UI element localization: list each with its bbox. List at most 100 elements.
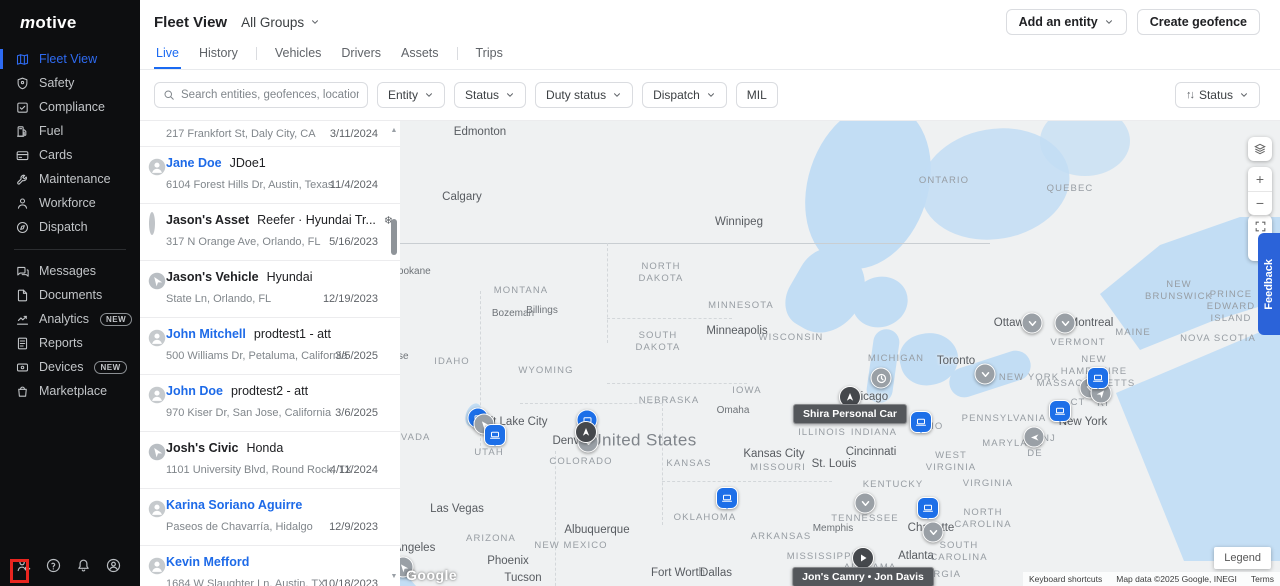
account-icon[interactable] — [105, 557, 122, 574]
scrollbar-thumb[interactable] — [391, 219, 397, 255]
map-marker-gray-circle[interactable] — [871, 368, 892, 389]
map-marker-gray-circle[interactable] — [1024, 427, 1045, 448]
sidebar-item-marketplace[interactable]: Marketplace — [0, 379, 140, 403]
list-item-john-mitchell[interactable]: John Mitchellprodtest1 - att500 Williams… — [140, 318, 400, 375]
tab-live[interactable]: Live — [154, 44, 181, 69]
chevron-down-icon — [1104, 17, 1114, 27]
map-marker-blue-pin[interactable] — [917, 497, 939, 519]
map-marker-gray-circle[interactable] — [855, 493, 876, 514]
map-marker-gray-circle[interactable] — [923, 522, 944, 543]
sort-button[interactable]: ↑↓ Status — [1175, 82, 1260, 108]
map-label-wisconsin: WISCONSIN — [759, 332, 824, 344]
search-box[interactable] — [154, 82, 368, 108]
sidebar-item-maintenance[interactable]: Maintenance — [0, 167, 140, 191]
list-item-karina-soriano-aguirre[interactable]: Karina Soriano AguirrePaseos de Chavarrí… — [140, 489, 400, 546]
filter-dispatch-button[interactable]: Dispatch — [642, 82, 727, 108]
map-marker-gray-circle[interactable] — [1055, 313, 1076, 334]
list-scrollbar[interactable]: ▲ ▼ — [389, 123, 399, 584]
scroll-up-icon[interactable]: ▲ — [389, 127, 399, 134]
keyboard-shortcuts-link[interactable]: Keyboard shortcuts — [1029, 574, 1102, 584]
map-label-south-dakota: SOUTH DAKOTA — [636, 330, 681, 354]
help-icon[interactable] — [45, 557, 62, 574]
filter-status-button[interactable]: Status — [454, 82, 526, 108]
entity-name[interactable]: John Mitchell — [166, 327, 246, 341]
zoom-in-button[interactable]: + — [1248, 167, 1272, 192]
filter-duty-status-button[interactable]: Duty status — [535, 82, 633, 108]
filter-mil-button[interactable]: MIL — [736, 82, 778, 108]
map-marker-blue-pin[interactable] — [716, 487, 738, 509]
map-marker-gray-circle[interactable] — [975, 364, 996, 385]
list-item-jane-doe[interactable]: Jane DoeJDoe16104 Forest Hills Dr, Austi… — [140, 147, 400, 204]
map-marker-dark-circle[interactable] — [852, 547, 874, 569]
sidebar-item-label: Analytics — [39, 312, 89, 326]
workforce-icon — [15, 196, 30, 211]
tab-history[interactable]: History — [197, 44, 240, 69]
list-item-josh-s-civic[interactable]: Josh's CivicHonda1101 University Blvd, R… — [140, 432, 400, 489]
list-item-jason-s-asset[interactable]: Jason's AssetReefer · Hyundai Tr...❄317 … — [140, 204, 400, 261]
sidebar-item-devices[interactable]: DevicesNEW — [0, 355, 140, 379]
terms-link[interactable]: Terms — [1251, 574, 1274, 584]
tab-vehicles[interactable]: Vehicles — [273, 44, 324, 69]
sidebar-item-label: Dispatch — [39, 220, 88, 234]
filter-entity-button[interactable]: Entity — [377, 82, 445, 108]
tab-trips[interactable]: Trips — [474, 44, 505, 69]
tab-assets[interactable]: Assets — [399, 44, 441, 69]
map-marker-blue-pin[interactable] — [1049, 400, 1071, 422]
scroll-down-icon[interactable]: ▼ — [389, 573, 399, 580]
create-geofence-button[interactable]: Create geofence — [1137, 9, 1260, 35]
search-input[interactable] — [181, 89, 359, 101]
admin-settings-icon[interactable] — [15, 557, 32, 574]
list-item-jason-s-vehicle[interactable]: Jason's VehicleHyundaiState Ln, Orlando,… — [140, 261, 400, 318]
sidebar-item-dispatch[interactable]: Dispatch — [0, 215, 140, 239]
entity-name[interactable]: Kevin Mefford — [166, 555, 249, 569]
notifications-icon[interactable] — [75, 557, 92, 574]
add-entity-button[interactable]: Add an entity — [1006, 9, 1127, 35]
map-marker-blue-pin[interactable] — [910, 411, 932, 433]
map-marker-blue-pin[interactable] — [1087, 367, 1109, 389]
sidebar-item-fuel[interactable]: Fuel — [0, 119, 140, 143]
sidebar-item-documents[interactable]: Documents — [0, 283, 140, 307]
sidebar-item-label: Devices — [39, 360, 83, 374]
list-item-partial[interactable]: 217 Frankfort St, Daly City, CA 3/11/202… — [140, 121, 400, 147]
sidebar-item-cards[interactable]: Cards — [0, 143, 140, 167]
map-attribution: Keyboard shortcuts Map data ©2025 Google… — [1023, 572, 1280, 586]
dispatch-icon — [15, 220, 30, 235]
entity-name-line: Jason's VehicleHyundai — [166, 270, 312, 284]
feedback-tab[interactable]: Feedback — [1258, 233, 1280, 335]
entity-address: 500 Williams Dr, Petaluma, California — [166, 350, 348, 362]
map-label-arizona: ARIZONA — [466, 533, 516, 545]
entity-name[interactable]: John Doe — [166, 384, 223, 398]
legend-button[interactable]: Legend — [1214, 547, 1271, 569]
map-label-st-louis: St. Louis — [812, 457, 857, 471]
tab-drivers[interactable]: Drivers — [339, 44, 383, 69]
entity-name[interactable]: Jason's Vehicle — [166, 270, 259, 284]
entity-address: 217 Frankfort St, Daly City, CA — [166, 128, 316, 140]
map-marker-dark-circle[interactable] — [575, 421, 597, 443]
map-marker-gray-circle[interactable] — [1022, 313, 1043, 334]
sidebar-item-label: Cards — [39, 148, 72, 162]
group-selector[interactable]: All Groups — [241, 15, 320, 30]
entity-date: 5/16/2023 — [329, 236, 378, 248]
map-layers-button[interactable] — [1248, 137, 1272, 161]
sidebar-item-safety[interactable]: Safety — [0, 71, 140, 95]
entity-name[interactable]: Jason's Asset — [166, 213, 249, 227]
map-label-billings: Billings — [526, 305, 558, 318]
entity-name[interactable]: Josh's Civic — [166, 441, 238, 455]
map-label-tucson: Tucson — [504, 571, 541, 585]
list-item-kevin-mefford[interactable]: Kevin Mefford1684 W Slaughter Ln, Austin… — [140, 546, 400, 586]
zoom-out-button[interactable]: − — [1248, 192, 1272, 216]
vehicle-icon — [148, 272, 166, 290]
entity-name[interactable]: Karina Soriano Aguirre — [166, 498, 302, 512]
map-canvas[interactable]: United StatesEdmontonCalgaryWinnipegSpok… — [400, 121, 1280, 586]
sidebar-item-workforce[interactable]: Workforce — [0, 191, 140, 215]
sidebar-item-messages[interactable]: Messages — [0, 259, 140, 283]
sidebar-item-analytics[interactable]: AnalyticsNEW — [0, 307, 140, 331]
sidebar-item-compliance[interactable]: Compliance — [0, 95, 140, 119]
list-item-john-doe[interactable]: John Doeprodtest2 - att970 Kiser Dr, San… — [140, 375, 400, 432]
sidebar-item-fleet-view[interactable]: Fleet View — [0, 47, 140, 71]
map-label-ct: CT — [1071, 397, 1086, 409]
sidebar-item-reports[interactable]: Reports — [0, 331, 140, 355]
map-marker-blue-pin[interactable] — [484, 424, 506, 446]
entity-name[interactable]: Jane Doe — [166, 156, 222, 170]
entity-subtitle: Honda — [246, 441, 283, 455]
